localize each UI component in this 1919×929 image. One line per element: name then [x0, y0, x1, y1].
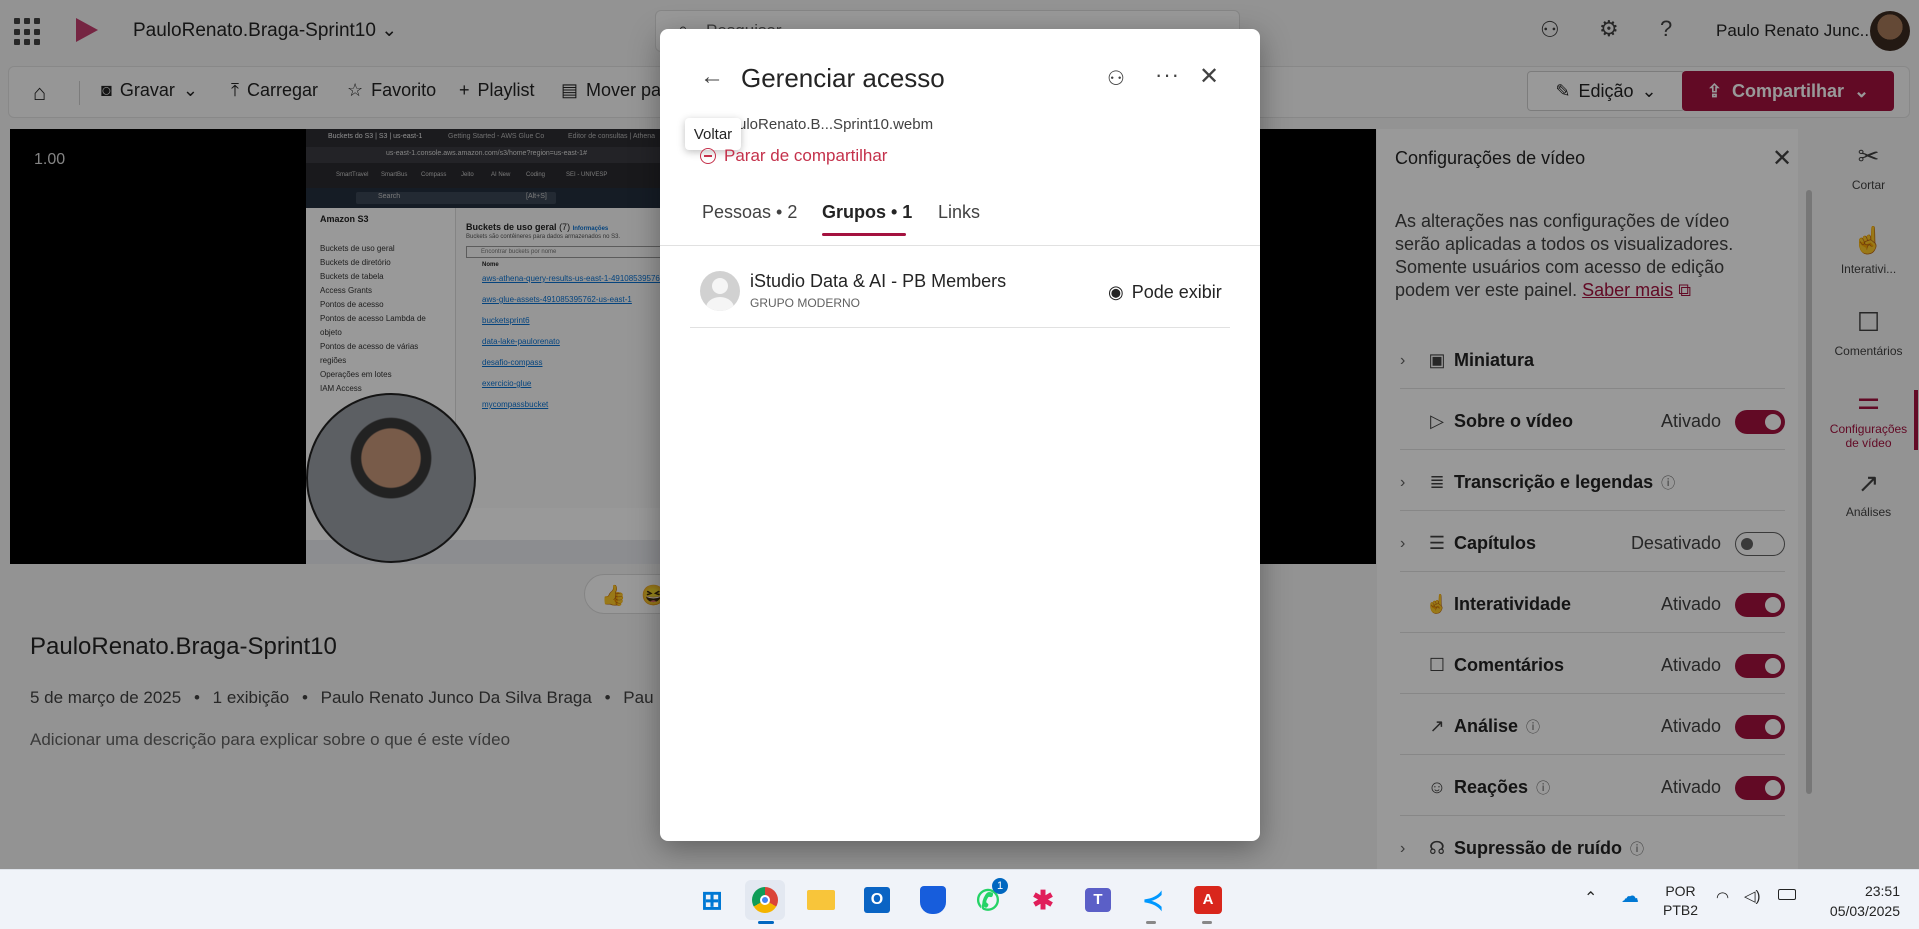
chevron-up-icon[interactable]: ⌃ [1584, 888, 1597, 908]
back-arrow-icon[interactable]: ← [700, 63, 724, 91]
tab-links[interactable]: Links [938, 202, 980, 223]
active-app-indicator [758, 921, 774, 924]
language-indicator[interactable]: POR PTB2 [1663, 882, 1698, 920]
notification-badge: 1 [992, 878, 1008, 894]
permission-dropdown[interactable]: ◉ Pode exibir [1108, 282, 1222, 303]
vscode-icon[interactable]: ≺ [1133, 880, 1173, 920]
stop-sharing-button[interactable]: Parar de compartilhar [700, 146, 887, 166]
dialog-title: Gerenciar acesso [741, 63, 945, 93]
outlook-icon[interactable]: O [857, 880, 897, 920]
tab-active-indicator [822, 233, 906, 236]
clock[interactable]: 23:51 05/03/2025 [1808, 881, 1900, 921]
onedrive-icon[interactable]: ☁ [1621, 886, 1639, 907]
stop-icon [700, 148, 716, 164]
running-app-indicator [1202, 921, 1212, 924]
divider [660, 245, 1260, 246]
bitwarden-icon[interactable] [913, 880, 953, 920]
battery-icon[interactable] [1778, 889, 1796, 900]
tab-people[interactable]: Pessoas • 2 [702, 202, 797, 223]
divider [690, 327, 1230, 328]
chrome-icon[interactable] [745, 880, 785, 920]
tab-groups[interactable]: Grupos • 1 [822, 202, 912, 223]
group-name: iStudio Data & AI - PB Members [750, 271, 1007, 291]
slack-icon[interactable]: ✱ [1023, 880, 1063, 920]
running-app-indicator [1146, 921, 1156, 924]
close-icon[interactable]: ✕ [1199, 62, 1219, 91]
group-avatar [700, 271, 740, 311]
windows-start-icon[interactable]: ⊞ [692, 880, 732, 920]
eye-icon: ◉ [1108, 282, 1124, 302]
more-options-icon[interactable]: ··· [1155, 62, 1180, 88]
wifi-icon[interactable]: ◠ [1716, 888, 1729, 906]
volume-icon[interactable]: ◁) [1744, 887, 1761, 905]
add-person-icon[interactable]: ⚇ [1107, 66, 1125, 91]
file-explorer-icon[interactable] [801, 880, 841, 920]
group-type: GRUPO MODERNO [750, 296, 861, 310]
teams-icon[interactable]: T [1078, 880, 1118, 920]
acrobat-icon[interactable]: A [1188, 880, 1228, 920]
file-name: uloRenato.B...Sprint10.webm [738, 116, 934, 133]
